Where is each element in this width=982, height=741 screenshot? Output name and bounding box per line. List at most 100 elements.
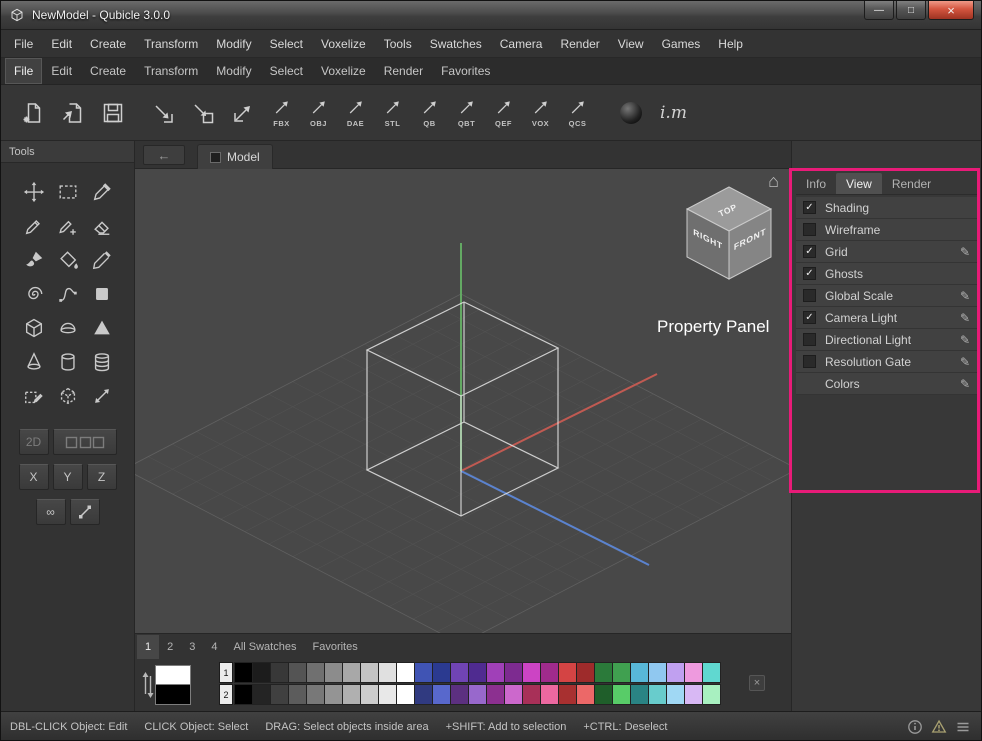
menu-edit[interactable]: Edit <box>42 31 81 57</box>
tab-render[interactable]: Render <box>882 173 941 194</box>
move-tool[interactable] <box>17 175 51 209</box>
back-button[interactable]: ← <box>143 145 185 165</box>
swatch-color[interactable] <box>522 684 541 705</box>
pencil-add-tool[interactable] <box>51 209 85 243</box>
menu-tools[interactable]: Tools <box>375 31 421 57</box>
swatch-color[interactable] <box>630 684 649 705</box>
fill-bucket-tool[interactable] <box>51 243 85 277</box>
export-qcs-button[interactable]: QCS <box>559 90 596 136</box>
menu-grip-icon[interactable] <box>955 719 971 735</box>
checkbox-global-scale[interactable] <box>803 289 816 302</box>
warning-icon[interactable] <box>931 719 947 735</box>
remove-swatch-button[interactable]: × <box>749 675 765 691</box>
edit-pencil-icon[interactable]: ✎ <box>960 355 970 369</box>
import-merge-button[interactable] <box>183 90 223 136</box>
swatch-color[interactable] <box>360 684 379 705</box>
swatch-color[interactable] <box>558 684 577 705</box>
menu-render[interactable]: Render <box>551 31 608 57</box>
swatch-color[interactable] <box>432 662 451 683</box>
import-button[interactable] <box>143 90 183 136</box>
swatch-color[interactable] <box>450 662 469 683</box>
swatch-color[interactable] <box>504 684 523 705</box>
menu-voxelize[interactable]: Voxelize <box>312 31 375 57</box>
edit-pencil-icon[interactable]: ✎ <box>960 245 970 259</box>
swatch-color[interactable] <box>468 684 487 705</box>
swatch-color[interactable] <box>558 662 577 683</box>
export-qbt-button[interactable]: QBT <box>448 90 485 136</box>
home-view-icon[interactable]: ⌂ <box>768 171 779 191</box>
square-tool[interactable] <box>85 277 119 311</box>
swatch-color[interactable] <box>612 662 631 683</box>
view-boxes-button[interactable] <box>53 429 117 455</box>
swatch-color[interactable] <box>468 662 487 683</box>
viewport-3d[interactable]: TOP RIGHT FRONT ⌂ Property Panel <box>135 169 791 633</box>
export-qef-button[interactable]: QEF <box>485 90 522 136</box>
swatch-color[interactable] <box>270 684 289 705</box>
swatch-color[interactable] <box>594 684 613 705</box>
edit-pencil-icon[interactable]: ✎ <box>960 289 970 303</box>
pyramid-tool[interactable] <box>85 311 119 345</box>
ribbon-tab-edit[interactable]: Edit <box>42 58 81 84</box>
menu-games[interactable]: Games <box>653 31 710 57</box>
swatch-color[interactable] <box>432 684 451 705</box>
select-rect-tool[interactable] <box>51 175 85 209</box>
menu-camera[interactable]: Camera <box>491 31 552 57</box>
save-file-button[interactable] <box>93 90 133 136</box>
titlebar[interactable]: NewModel - Qubicle 3.0.0 — □ × <box>1 1 981 30</box>
swatch-color[interactable] <box>630 662 649 683</box>
swatch-color[interactable] <box>576 662 595 683</box>
edit-pencil-icon[interactable]: ✎ <box>960 377 970 391</box>
export-fbx-button[interactable]: FBX <box>263 90 300 136</box>
menu-help[interactable]: Help <box>709 31 752 57</box>
cylinder-tool[interactable] <box>51 345 85 379</box>
eyedropper-tool[interactable] <box>85 175 119 209</box>
tab-info[interactable]: Info <box>796 173 836 194</box>
close-button[interactable]: × <box>928 1 974 20</box>
ribbon-tab-file[interactable]: File <box>5 58 42 84</box>
swatch-color[interactable] <box>252 684 271 705</box>
swatch-color[interactable] <box>342 684 361 705</box>
swatch-tab-4[interactable]: 4 <box>203 635 225 659</box>
ribbon-tab-transform[interactable]: Transform <box>135 58 207 84</box>
swatch-color[interactable] <box>324 684 343 705</box>
axis-x-button[interactable]: X <box>19 464 49 490</box>
swatch-tab-all[interactable]: All Swatches <box>226 635 305 659</box>
minimize-button[interactable]: — <box>864 1 894 20</box>
render-sphere-icon[interactable] <box>620 102 642 124</box>
primary-color-swatch[interactable] <box>155 665 191 685</box>
swatch-color[interactable] <box>288 684 307 705</box>
swatch-tab-3[interactable]: 3 <box>181 635 203 659</box>
frame-tool[interactable] <box>51 379 85 413</box>
swatch-color[interactable] <box>306 662 325 683</box>
swatch-color[interactable] <box>306 684 325 705</box>
menu-swatches[interactable]: Swatches <box>421 31 491 57</box>
edit-pencil-icon[interactable]: ✎ <box>960 311 970 325</box>
ribbon-tab-create[interactable]: Create <box>81 58 135 84</box>
swatch-color[interactable] <box>234 684 253 705</box>
menu-select[interactable]: Select <box>261 31 312 57</box>
swatch-color[interactable] <box>594 662 613 683</box>
pencil-tool[interactable] <box>17 209 51 243</box>
checkbox-grid[interactable]: ✓ <box>803 245 816 258</box>
swatch-color[interactable] <box>450 684 469 705</box>
swatch-color[interactable] <box>576 684 595 705</box>
mirror-button[interactable]: ∞ <box>36 499 66 525</box>
swatch-color[interactable] <box>288 662 307 683</box>
swatch-color[interactable] <box>702 662 721 683</box>
swatch-color[interactable] <box>396 662 415 683</box>
menu-view[interactable]: View <box>609 31 653 57</box>
checkbox-directional-light[interactable] <box>803 333 816 346</box>
cone-tool[interactable] <box>17 345 51 379</box>
swatch-color[interactable] <box>324 662 343 683</box>
swatch-color[interactable] <box>540 662 559 683</box>
swatch-color[interactable] <box>378 684 397 705</box>
menu-transform[interactable]: Transform <box>135 31 207 57</box>
checkbox-resolution-gate[interactable] <box>803 355 816 368</box>
export-qb-button[interactable]: QB <box>411 90 448 136</box>
swatch-color[interactable] <box>252 662 271 683</box>
swatch-color[interactable] <box>396 684 415 705</box>
ribbon-tab-favorites[interactable]: Favorites <box>432 58 499 84</box>
swatch-tab-2[interactable]: 2 <box>159 635 181 659</box>
sphere-tool[interactable] <box>51 311 85 345</box>
axis-z-button[interactable]: Z <box>87 464 117 490</box>
